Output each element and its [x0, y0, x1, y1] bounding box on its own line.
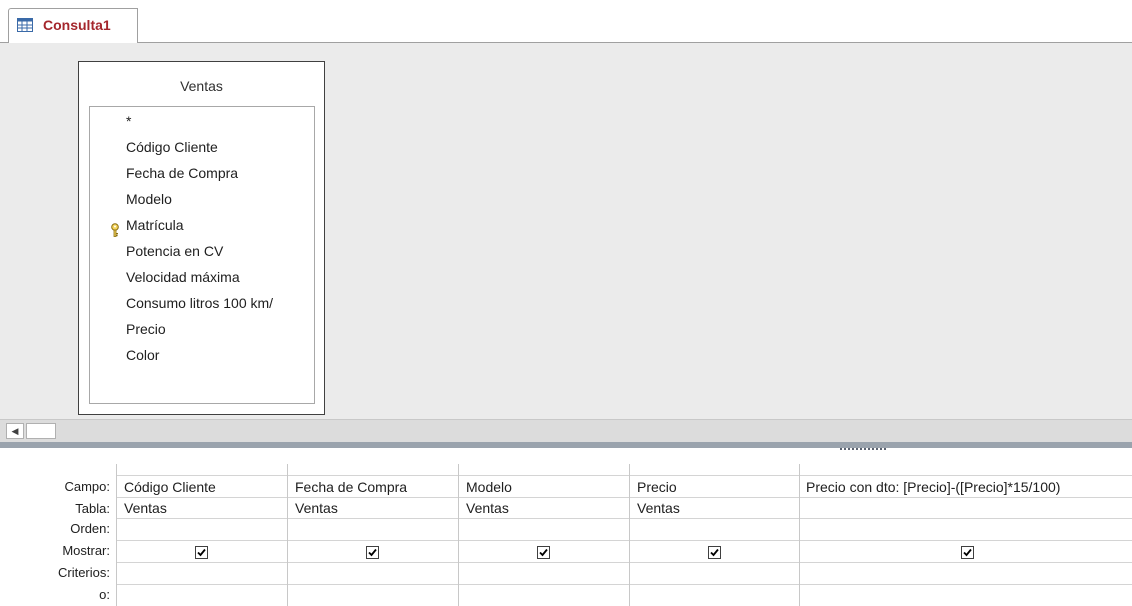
- checkmark-icon: [368, 548, 377, 557]
- query-icon: [17, 18, 33, 32]
- campo-cell-col4[interactable]: Precio: [637, 477, 677, 497]
- grid-column-border: [287, 464, 288, 606]
- mostrar-checkbox-col3[interactable]: [537, 546, 550, 559]
- mostrar-checkbox-col1[interactable]: [195, 546, 208, 559]
- field-item[interactable]: Color: [126, 347, 159, 363]
- campo-cell-col1[interactable]: Código Cliente: [124, 477, 216, 497]
- grid-row-line: [116, 540, 1132, 541]
- campo-cell-col2[interactable]: Fecha de Compra: [295, 477, 407, 497]
- grid-column-border: [629, 464, 630, 606]
- grid-column-border: [458, 464, 459, 606]
- field-item[interactable]: Código Cliente: [126, 139, 218, 155]
- row-label-campo: Campo:: [64, 479, 110, 494]
- checkmark-icon: [539, 548, 548, 557]
- field-item[interactable]: Modelo: [126, 191, 172, 207]
- row-label-o: o:: [99, 587, 110, 602]
- field-item[interactable]: Potencia en CV: [126, 243, 223, 259]
- tabla-cell-col4[interactable]: Ventas: [637, 498, 680, 518]
- campo-cell-col5[interactable]: Precio con dto: [Precio]-([Precio]*15/10…: [806, 477, 1060, 497]
- table-title: Ventas: [180, 78, 223, 94]
- tabla-cell-col2[interactable]: Ventas: [295, 498, 338, 518]
- field-item[interactable]: Precio: [126, 321, 166, 337]
- row-label-tabla: Tabla:: [75, 501, 110, 516]
- grid-row-line: [116, 497, 1132, 498]
- grid-row-line: [116, 562, 1132, 563]
- grid-column-border: [799, 464, 800, 606]
- scroll-left-icon[interactable]: ◀: [6, 423, 24, 439]
- field-item[interactable]: *: [126, 113, 131, 129]
- grid-row-line: [116, 584, 1132, 585]
- row-label-orden: Orden:: [70, 521, 110, 536]
- tab-consulta1[interactable]: Consulta1: [8, 8, 138, 43]
- query-design-grid: Campo: Tabla: Orden: Mostrar: Criterios:…: [0, 450, 1132, 606]
- pane-splitter[interactable]: [0, 442, 1132, 448]
- primary-key-icon: [110, 223, 120, 237]
- field-item[interactable]: Consumo litros 100 km/: [126, 295, 273, 311]
- mostrar-checkbox-col2[interactable]: [366, 546, 379, 559]
- tabla-cell-col3[interactable]: Ventas: [466, 498, 509, 518]
- field-item[interactable]: Fecha de Compra: [126, 165, 238, 181]
- query-design-area[interactable]: Ventas * Código Cliente Fecha de Compra …: [0, 43, 1132, 419]
- table-field-list-ventas[interactable]: Ventas * Código Cliente Fecha de Compra …: [78, 61, 325, 415]
- field-list[interactable]: * Código Cliente Fecha de Compra Modelo …: [89, 106, 315, 404]
- horizontal-scrollbar[interactable]: ◀: [0, 419, 1132, 442]
- checkmark-icon: [963, 548, 972, 557]
- grid-row-line: [116, 518, 1132, 519]
- document-tab-strip: Consulta1: [0, 0, 1132, 43]
- tab-label: Consulta1: [43, 17, 111, 33]
- mostrar-checkbox-col5[interactable]: [961, 546, 974, 559]
- grid-column-border: [116, 464, 117, 606]
- field-item-primary-key[interactable]: Matrícula: [126, 217, 184, 233]
- row-label-mostrar: Mostrar:: [62, 543, 110, 558]
- checkmark-icon: [197, 548, 206, 557]
- scroll-thumb[interactable]: [26, 423, 56, 439]
- tabla-cell-col1[interactable]: Ventas: [124, 498, 167, 518]
- mostrar-checkbox-col4[interactable]: [708, 546, 721, 559]
- row-label-criterios: Criterios:: [57, 565, 110, 580]
- campo-cell-col3[interactable]: Modelo: [466, 477, 512, 497]
- checkmark-icon: [710, 548, 719, 557]
- grid-row-line: [116, 475, 1132, 476]
- field-item[interactable]: Velocidad máxima: [126, 269, 240, 285]
